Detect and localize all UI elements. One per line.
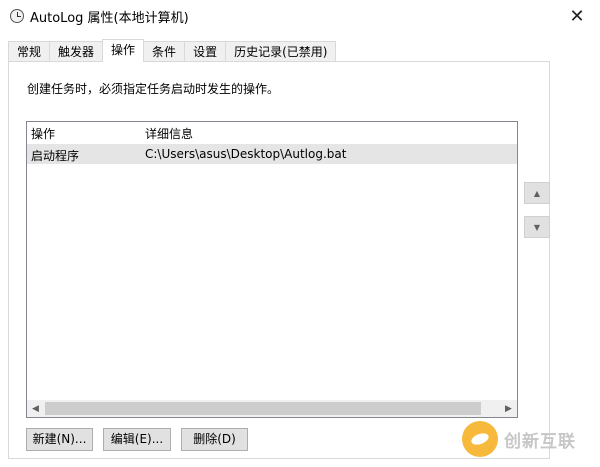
edit-button[interactable]: 编辑(E)... <box>103 428 171 451</box>
tab-general[interactable]: 常规 <box>8 41 51 62</box>
arrow-up-icon: ▲ <box>533 188 541 198</box>
actions-description: 创建任务时，必须指定任务启动时发生的操作。 <box>27 82 280 96</box>
task-clock-icon <box>10 9 24 23</box>
tab-triggers[interactable]: 触发器 <box>49 41 104 62</box>
tab-settings[interactable]: 设置 <box>184 41 227 62</box>
tab-conditions[interactable]: 条件 <box>143 41 186 62</box>
move-up-button[interactable]: ▲ <box>524 182 550 204</box>
tab-strip: 常规 触发器 操作 条件 设置 历史记录(已禁用) <box>8 39 337 62</box>
row-action-cell: 启动程序 <box>31 149 80 163</box>
brand-logo-icon <box>462 421 498 457</box>
column-header-details[interactable]: 详细信息 <box>145 125 193 142</box>
title-bar: AutoLog 属性(本地计算机) ✕ <box>0 0 600 32</box>
list-row[interactable]: 启动程序 C:\Users\asus\Desktop\Autlog.bat <box>27 144 517 164</box>
horizontal-scrollbar[interactable]: ◀ ▶ <box>27 400 517 417</box>
new-button[interactable]: 新建(N)... <box>26 428 93 451</box>
close-icon: ✕ <box>569 5 585 27</box>
column-header-action[interactable]: 操作 <box>31 125 55 142</box>
actions-list[interactable]: 操作 详细信息 启动程序 C:\Users\asus\Desktop\Autlo… <box>26 121 518 418</box>
watermark-text: 创新互联 <box>504 431 576 452</box>
scroll-left-icon[interactable]: ◀ <box>27 400 44 417</box>
list-header: 操作 详细信息 <box>27 122 517 143</box>
tab-history[interactable]: 历史记录(已禁用) <box>225 41 337 62</box>
scroll-right-icon[interactable]: ▶ <box>500 400 517 417</box>
move-down-button[interactable]: ▼ <box>524 216 550 238</box>
tab-actions[interactable]: 操作 <box>102 39 145 62</box>
arrow-down-icon: ▼ <box>533 222 541 232</box>
delete-button[interactable]: 删除(D) <box>181 428 248 451</box>
watermark-logo: 创新互联 <box>462 420 596 458</box>
scrollbar-thumb[interactable] <box>45 402 481 415</box>
row-details-cell: C:\Users\asus\Desktop\Autlog.bat <box>145 147 347 161</box>
window-title: AutoLog 属性(本地计算机) <box>30 11 189 26</box>
close-button[interactable]: ✕ <box>554 0 600 32</box>
